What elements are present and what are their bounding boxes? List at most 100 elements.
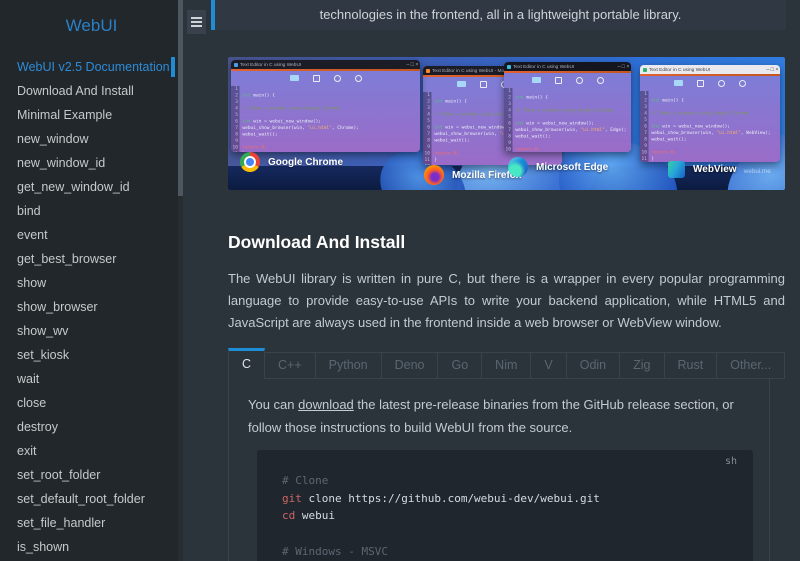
browser-label-chrome: Google Chrome [240, 152, 343, 172]
save-icon [479, 80, 487, 88]
tab-bar: C C++ Python Deno Go Nim V Odin Zig Rust Other... [228, 348, 786, 379]
sidebar-item[interactable]: new_window [0, 127, 183, 151]
window-app-icon [643, 67, 647, 72]
sidebar-item-label: get_new_window_id [17, 180, 130, 194]
tab-c[interactable]: C++ [264, 352, 316, 379]
text-segment: "ui.html" [580, 127, 605, 133]
sidebar-item[interactable]: exit [0, 439, 183, 463]
code-lines: # Clone git clone https://github.com/webu… [282, 472, 737, 561]
source-lines: int main() { // Show a window using Goog… [648, 91, 770, 162]
sidebar-item-label: new_window_id [17, 156, 106, 170]
source-lines: int main() { // Show a window using Goog… [512, 88, 626, 152]
text-segment: // Show a window using Google Chrome [515, 108, 613, 113]
tab-v[interactable]: V [530, 352, 567, 379]
text-segment: return 0; [651, 150, 676, 155]
text-segment: win = webui_new_window(); [445, 125, 513, 130]
text-segment: win = webui_new_window(); [253, 119, 321, 124]
firefox-logo-icon [424, 165, 444, 185]
text-segment: , WebView); [740, 130, 771, 136]
page: WebUI WebUI v2.5 Documentation Download A… [0, 0, 800, 561]
site-title[interactable]: WebUI [0, 16, 183, 36]
sidebar-item[interactable]: new_window_id [0, 151, 183, 175]
text-segment: int [515, 95, 527, 100]
sidebar-item[interactable]: destroy [0, 415, 183, 439]
source-line: return 0; [515, 147, 626, 152]
sidebar-item[interactable]: WebUI v2.5 Documentation [0, 55, 183, 79]
browser-label-webview: WebView [668, 161, 737, 178]
folder-icon [531, 77, 541, 83]
window-titlebar: Text Editor in C using WebUI – □ × [504, 62, 631, 71]
sidebar-item[interactable]: is_shown [0, 535, 183, 559]
folder-icon [289, 75, 299, 81]
editor-toolbar [231, 71, 420, 85]
code-block: sh # Clone git clone https://github.com/w… [257, 450, 753, 561]
text-segment: webui_show_browser(win, [651, 130, 717, 136]
sidebar-item[interactable]: Minimal Example [0, 103, 183, 127]
sidebar-item[interactable]: get_best_browser [0, 247, 183, 271]
browser-label-edge: Microsoft Edge [508, 157, 608, 177]
window-app-icon [507, 64, 511, 69]
text-segment: main() { [662, 98, 684, 103]
chrome-logo-icon [240, 152, 260, 172]
intro-paragraph: The WebUI library is written in pure C, … [228, 271, 785, 330]
sidebar-item-label: set_file_handler [17, 516, 106, 530]
sidebar-item[interactable]: set_default_root_folder [0, 487, 183, 511]
tab-nim[interactable]: Nim [481, 352, 532, 379]
sidebar-item[interactable]: get_new_window_id [0, 175, 183, 199]
text-segment: , Chrome); [331, 125, 359, 131]
sidebar-item-label: show_browser [17, 300, 98, 314]
tab-other[interactable]: Other... [716, 352, 786, 379]
save-icon [554, 76, 562, 84]
language-tabs: C C++ Python Deno Go Nim V Odin Zig Rust Other... … [228, 348, 786, 561]
code-line: # Clone [282, 472, 737, 490]
line-numbers: 123456789101112 [640, 91, 649, 162]
tab-odin[interactable]: Odin [565, 352, 621, 379]
run-icon [575, 76, 583, 84]
tab-rust[interactable]: Rust [663, 352, 718, 379]
sidebar-item[interactable]: set_file_handler [0, 511, 183, 535]
edge-logo-icon [508, 157, 528, 177]
text-segment: # Windows - MSVC [282, 544, 388, 558]
run-icon [333, 74, 341, 82]
download-link[interactable]: download [298, 397, 354, 412]
hero-window-chrome: Text Editor in C using WebUI – □ × 1 2 3 4 5 6 7… [231, 60, 420, 152]
text-segment: int [515, 121, 527, 126]
browser-name: Google Chrome [268, 156, 344, 168]
text-segment: clone https://github.com/webui-dev/webui… [301, 491, 600, 505]
sidebar-item[interactable]: bind [0, 199, 183, 223]
editor-code: 123456789101112 int main() { // Show a w… [504, 88, 631, 152]
run-icon [718, 79, 725, 87]
tab-zig[interactable]: Zig [619, 352, 665, 379]
sidebar-item[interactable]: wait [0, 367, 183, 391]
tab-python[interactable]: Python [314, 352, 382, 379]
sidebar: WebUI WebUI v2.5 Documentation Download A… [0, 0, 183, 561]
sidebar-item-label: new_window [17, 132, 89, 146]
line-numbers: 123456789101112 [231, 86, 240, 152]
window-title: Text Editor in C using WebUI [649, 66, 711, 73]
folder-icon [456, 81, 466, 87]
sidebar-item-label: bind [17, 204, 41, 218]
sidebar-item[interactable]: event [0, 223, 183, 247]
sidebar-item-label: WebUI v2.5 Documentation [17, 60, 170, 74]
sidebar-item-label: event [17, 228, 48, 242]
sidebar-item[interactable]: close [0, 391, 183, 415]
sidebar-item[interactable]: Download And Install [0, 79, 183, 103]
window-titlebar: Text Editor in C using WebUI – □ × [640, 65, 780, 74]
sidebar-item[interactable]: set_kiosk [0, 343, 183, 367]
tab-deno[interactable]: Deno [380, 352, 439, 379]
sidebar-item[interactable]: show_wv [0, 319, 183, 343]
sidebar-item[interactable]: set_root_folder [0, 463, 183, 487]
intro-quote-text: technologies in the frontend, all in a l… [319, 7, 682, 22]
text-segment: win = webui_new_window(); [662, 124, 730, 129]
text-segment: return 0; [242, 145, 267, 150]
sidebar-item[interactable]: show_browser [0, 295, 183, 319]
sidebar-item[interactable]: show [0, 271, 183, 295]
code-line: cd webui [282, 507, 737, 525]
tab-go[interactable]: Go [437, 352, 483, 379]
text-segment: webui_wait(); [434, 138, 470, 143]
tab-c[interactable]: C [228, 348, 266, 379]
save-icon [312, 74, 320, 82]
save-icon [697, 79, 704, 87]
text-segment: webui_show_browser(win, [515, 127, 581, 133]
text-segment: main() { [445, 99, 467, 104]
